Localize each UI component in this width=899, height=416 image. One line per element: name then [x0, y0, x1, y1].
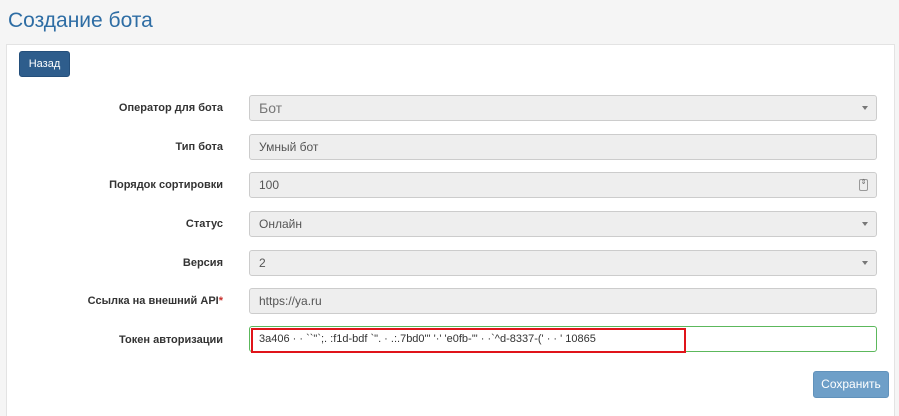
spinner-icon[interactable]: ⇕ [859, 179, 868, 191]
api-link-label: Ссылка на внешний API* [87, 295, 223, 307]
sort-order-input[interactable]: 100 ⇕ [249, 172, 877, 198]
required-mark: * [218, 295, 223, 307]
back-button[interactable]: Назад [19, 51, 70, 77]
status-label: Статус [185, 218, 223, 230]
token-label: Токен авторизации [119, 334, 223, 346]
chevron-down-icon [862, 261, 868, 265]
chevron-down-icon [862, 222, 868, 226]
save-button[interactable]: Сохранить [813, 371, 889, 398]
version-label: Версия [182, 257, 223, 269]
api-link-value: https://ya.ru [259, 294, 322, 308]
operator-value: Бот [259, 100, 283, 116]
api-link-field: https://ya.ru [249, 288, 877, 314]
status-select[interactable]: Онлайн [249, 211, 877, 237]
type-value: Умный бот [259, 140, 319, 154]
token-input[interactable]: 3a406 · · ``"`;. :f1d-bdf `". · .:.7bd0'… [249, 326, 877, 352]
sort-order-value: 100 [259, 178, 280, 192]
page-title: Создание бота [8, 9, 153, 32]
status-value: Онлайн [259, 217, 302, 231]
sort-order-label: Порядок сортировки [109, 179, 223, 191]
operator-select[interactable]: Бот [249, 95, 877, 121]
chevron-down-icon [862, 106, 868, 110]
type-field: Умный бот [249, 134, 877, 160]
version-value: 2 [259, 256, 266, 270]
type-label: Тип бота [175, 141, 223, 153]
version-select[interactable]: 2 [249, 250, 877, 276]
token-value: 3a406 · · ``"`;. :f1d-bdf `". · .:.7bd0'… [259, 333, 596, 345]
operator-label: Оператор для бота [118, 102, 223, 114]
